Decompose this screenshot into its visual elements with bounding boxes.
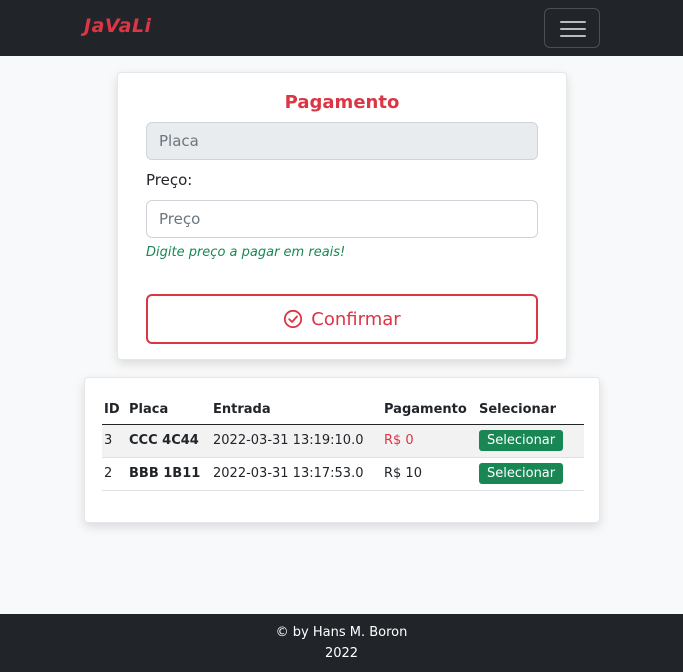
header-entrada: Entrada <box>211 396 382 425</box>
header-placa: Placa <box>127 396 211 425</box>
confirm-button-label: Confirmar <box>311 308 401 330</box>
cell-entrada: 2022-03-31 13:17:53.0 <box>211 457 382 491</box>
form-title: Pagamento <box>284 92 400 113</box>
footer-copyright: © by Hans M. Boron <box>275 625 408 640</box>
navbar: JaVaLi <box>0 0 683 56</box>
select-button[interactable]: Selecionar <box>479 430 564 451</box>
menu-toggle-button[interactable] <box>544 8 600 48</box>
confirm-button[interactable]: Confirmar <box>146 294 538 344</box>
header-selecionar: Selecionar <box>477 396 584 425</box>
hamburger-menu-icon <box>560 21 586 23</box>
placa-input[interactable] <box>146 122 538 160</box>
hamburger-menu-icon-bar <box>560 35 586 37</box>
header-id: ID <box>102 396 127 425</box>
cell-selecionar: Selecionar <box>477 457 584 491</box>
cell-pagamento: R$ 0 <box>382 424 477 458</box>
cell-id: 3 <box>102 424 127 458</box>
table-header-row: ID Placa Entrada Pagamento Selecionar <box>102 396 584 425</box>
select-button[interactable]: Selecionar <box>479 463 564 484</box>
cell-selecionar: Selecionar <box>477 424 584 458</box>
cell-placa: CCC 4C44 <box>127 424 211 458</box>
footer: © by Hans M. Boron 2022 <box>0 614 683 672</box>
check-circle-icon <box>284 309 303 329</box>
vehicles-table: ID Placa Entrada Pagamento Selecionar 3 … <box>102 396 584 491</box>
cell-entrada: 2022-03-31 13:19:10.0 <box>211 424 382 458</box>
table-row: 3 CCC 4C44 2022-03-31 13:19:10.0 R$ 0 Se… <box>102 424 584 458</box>
cell-pagamento: R$ 10 <box>382 457 477 491</box>
table-row: 2 BBB 1B11 2022-03-31 13:17:53.0 R$ 10 S… <box>102 457 584 491</box>
cell-id: 2 <box>102 457 127 491</box>
preco-label: Preço: <box>146 171 193 189</box>
header-pagamento: Pagamento <box>382 396 477 425</box>
brand-logo[interactable]: JaVaLi <box>84 15 152 37</box>
payment-form-card: Pagamento Preço: Digite preço a pagar em… <box>117 72 567 360</box>
preco-input[interactable] <box>146 200 538 238</box>
vehicles-table-card: ID Placa Entrada Pagamento Selecionar 3 … <box>84 377 600 523</box>
footer-year: 2022 <box>324 646 359 661</box>
hamburger-menu-icon-bar <box>560 28 586 30</box>
preco-hint: Digite preço a pagar em reais! <box>146 245 346 260</box>
cell-placa: BBB 1B11 <box>127 457 211 491</box>
